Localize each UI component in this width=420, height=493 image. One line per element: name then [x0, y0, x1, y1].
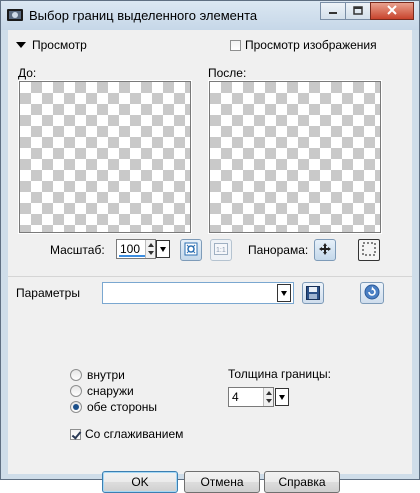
- zoom-label: Масштаб:: [50, 243, 105, 257]
- svg-text:1:1: 1:1: [216, 247, 226, 254]
- border-width-value: 4: [232, 390, 239, 404]
- presets-label: Параметры: [16, 286, 80, 300]
- before-preview[interactable]: [18, 80, 192, 234]
- antialias-check[interactable]: [70, 428, 81, 440]
- cancel-button-label: Отмена: [200, 475, 244, 489]
- maximize-icon: [353, 4, 363, 18]
- save-preset-button[interactable]: [302, 282, 324, 304]
- options-section: внутри снаружи обе стороны Толщина грани…: [8, 309, 412, 493]
- radio-both-sides-dot[interactable]: [70, 401, 82, 413]
- preview-toggle-label: Просмотр: [32, 38, 87, 52]
- radio-both-sides-label: обе стороны: [87, 400, 158, 414]
- pan-move-icon: [319, 242, 331, 258]
- dialog-window: Выбор границ выделенного элемента Просмо…: [0, 0, 420, 493]
- title-bar[interactable]: Выбор границ выделенного элемента: [1, 1, 419, 30]
- presets-combo[interactable]: [102, 282, 294, 304]
- window-controls: [320, 2, 414, 20]
- window-title: Выбор границ выделенного элемента: [29, 8, 258, 23]
- radio-inside-label: внутри: [87, 368, 125, 382]
- radio-inside[interactable]: внутри: [70, 368, 125, 382]
- zoom-fit-button[interactable]: [180, 239, 202, 261]
- cancel-button[interactable]: Отмена: [184, 471, 260, 493]
- pan-button[interactable]: [314, 239, 336, 261]
- pan-label: Панорама:: [248, 243, 309, 257]
- preview-images-label: Просмотр изображения: [245, 38, 377, 52]
- reset-icon: [364, 284, 380, 303]
- help-button-label: Справка: [278, 475, 326, 489]
- close-icon: [386, 4, 398, 18]
- zoom-value: 100: [120, 242, 141, 256]
- radio-outside-label: снаружи: [87, 384, 134, 398]
- antialias-label: Со сглаживанием: [85, 427, 184, 441]
- border-width-input[interactable]: 4: [228, 387, 274, 407]
- minimize-button[interactable]: [320, 2, 346, 20]
- after-preview[interactable]: [208, 80, 382, 234]
- save-icon: [306, 286, 320, 303]
- radio-inside-dot[interactable]: [70, 369, 82, 381]
- app-icon: [7, 8, 23, 22]
- close-button[interactable]: [370, 2, 414, 20]
- zoom-dropdown-button[interactable]: [156, 240, 170, 258]
- minimize-icon: [328, 4, 338, 18]
- zoom-input[interactable]: 100: [116, 239, 156, 259]
- preview-section: Просмотр Просмотр изображения До: После:…: [8, 30, 412, 270]
- chevron-down-icon: [16, 42, 26, 48]
- dialog-content: Просмотр Просмотр изображения До: После:…: [8, 30, 412, 493]
- presets-dropdown-button[interactable]: [277, 284, 291, 302]
- help-button[interactable]: Справка: [264, 471, 340, 493]
- ok-button-label: OK: [131, 475, 149, 489]
- actual-size-button[interactable]: 1:1: [210, 239, 232, 261]
- border-width-dropdown-button[interactable]: [275, 388, 289, 406]
- maximize-button[interactable]: [345, 2, 371, 20]
- presets-bar: Параметры: [8, 276, 412, 310]
- antialias-checkbox[interactable]: Со сглаживанием: [70, 427, 183, 441]
- zoom-spinner[interactable]: [145, 240, 155, 258]
- zoom-input-underline: [119, 255, 145, 257]
- before-label: До:: [18, 66, 37, 80]
- after-label: После:: [208, 66, 247, 80]
- zoom-fit-icon: [184, 242, 198, 259]
- preview-images-checkbox[interactable]: Просмотр изображения: [230, 38, 377, 52]
- radio-outside-dot[interactable]: [70, 385, 82, 397]
- preview-images-check[interactable]: [230, 39, 241, 51]
- radio-outside[interactable]: снаружи: [70, 384, 134, 398]
- radio-both-sides[interactable]: обе стороны: [70, 400, 157, 414]
- selection-button[interactable]: [358, 239, 380, 261]
- reset-button[interactable]: [360, 282, 384, 304]
- border-width-spinner[interactable]: [263, 388, 273, 406]
- actual-size-icon: 1:1: [214, 242, 228, 258]
- border-width-label: Толщина границы:: [228, 367, 331, 381]
- ok-button[interactable]: OK: [102, 471, 178, 493]
- preview-toggle[interactable]: Просмотр: [16, 38, 87, 52]
- selection-icon: [362, 242, 376, 259]
- zoom-toolbar: Масштаб: 100 1:1 Панорама:: [8, 238, 412, 262]
